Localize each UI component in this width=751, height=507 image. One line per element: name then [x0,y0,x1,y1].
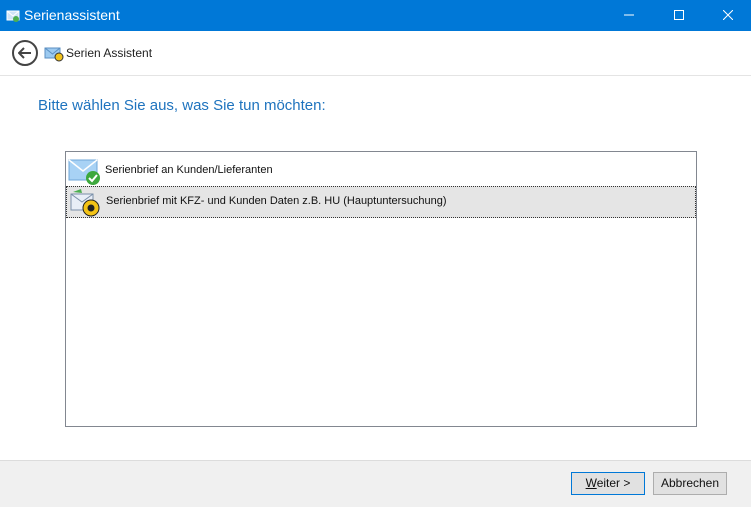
instruction-heading: Bitte wählen Sie aus, was Sie tun möchte… [38,97,326,114]
list-item[interactable]: Serienbrief an Kunden/Lieferanten [66,155,696,187]
arrow-left-icon [18,47,31,59]
next-button-label: eiter > [596,476,631,490]
wizard-header: Serien Assistent [0,31,751,76]
mail-wizard-icon [44,44,64,62]
option-label: Serienbrief an Kunden/Lieferanten [105,164,273,176]
list-item[interactable]: Serienbrief mit KFZ- und Kunden Daten z.… [66,186,696,218]
wizard-title: Serien Assistent [66,46,153,60]
next-access-key: W [585,476,597,490]
close-button[interactable] [705,0,751,31]
option-label: Serienbrief mit KFZ- und Kunden Daten z.… [106,195,447,207]
title-bar: Serienassistent [0,0,751,31]
cancel-button[interactable]: Abbrechen [653,472,727,495]
next-button[interactable]: Weiter > [571,472,645,495]
mail-inspection-badge-icon [69,188,103,218]
maximize-button[interactable] [656,0,702,31]
back-button[interactable] [12,40,38,66]
mail-check-icon [68,156,102,186]
wizard-footer: Weiter > Abbrechen [0,460,751,507]
options-list[interactable]: Serienbrief an Kunden/Lieferanten Serien… [65,151,697,427]
window-title: Serienassistent [24,7,120,23]
minimize-button[interactable] [606,0,652,31]
wizard-app-icon [6,8,20,22]
